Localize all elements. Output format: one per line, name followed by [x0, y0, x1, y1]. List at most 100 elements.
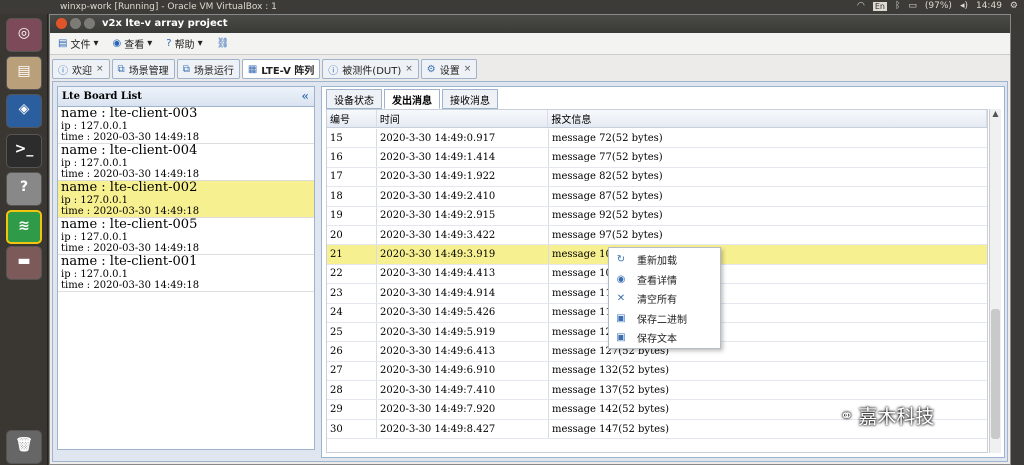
- cell-id: 22: [327, 264, 377, 284]
- ctx-save-text[interactable]: ▣ 保存文本: [609, 328, 720, 348]
- help-icon[interactable]: ?: [6, 172, 42, 206]
- scroll-up-icon[interactable]: ▲: [990, 109, 1001, 121]
- close-icon[interactable]: ×: [96, 64, 104, 74]
- menu-file-label: 文件: [70, 40, 91, 51]
- board-list-title: Lte Board List: [62, 91, 142, 102]
- ubuntu-dash-icon[interactable]: ◎: [6, 18, 42, 52]
- cell-message: message 87(52 bytes): [549, 187, 987, 205]
- terminal-icon[interactable]: >_: [6, 134, 42, 168]
- tab-lte-v-array[interactable]: ▦ LTE-V 阵列: [241, 59, 321, 79]
- close-icon[interactable]: ×: [464, 64, 472, 74]
- close-icon[interactable]: ×: [405, 64, 413, 74]
- link-icon: ⛓: [216, 38, 230, 49]
- files-icon[interactable]: ▤: [6, 56, 42, 90]
- menu-view[interactable]: ◉ 查看 ▾: [112, 36, 152, 51]
- watermark: ⚭ 嘉木科技: [840, 402, 934, 429]
- launcher: ◎ ▤ ◈ >_ ? ≋ ▬ 🗑: [0, 14, 48, 465]
- main-tab-bar: ⓘ 欢迎 × ⧉ 场景管理 ⧉ 场景运行 ▦ LTE-V 阵列 ⓘ 被测件(DU…: [52, 59, 478, 81]
- menu-view-label: 查看: [124, 40, 145, 51]
- cell-time: 2020-3-30 14:49:2.915: [377, 206, 549, 225]
- table-scrollbar[interactable]: ▲: [989, 109, 1001, 453]
- cell-message: message 132(52 bytes): [549, 362, 987, 380]
- link-button[interactable]: ⛓: [217, 38, 230, 49]
- tab-dut[interactable]: ⓘ 被测件(DUT) ×: [322, 59, 419, 79]
- clock[interactable]: 14:49: [976, 1, 1002, 11]
- battery-icon[interactable]: ▭: [908, 1, 917, 11]
- tab-received-messages[interactable]: 接收消息: [442, 89, 498, 109]
- board-item[interactable]: name : lte-client-004 ip : 127.0.0.1 tim…: [58, 144, 314, 181]
- ctx-view-details[interactable]: ◉ 查看详情: [609, 270, 720, 290]
- tab-welcome[interactable]: ⓘ 欢迎 ×: [52, 59, 110, 79]
- cell-id: 20: [327, 225, 377, 245]
- save-icon: ▣: [616, 332, 626, 344]
- board-item[interactable]: name : lte-client-001 ip : 127.0.0.1 tim…: [58, 255, 314, 292]
- chevron-down-icon: ▾: [147, 38, 153, 49]
- bluetooth-icon[interactable]: ᛒ: [895, 1, 900, 11]
- column-header-message[interactable]: 报文信息: [548, 110, 987, 127]
- app-window-icon[interactable]: ▬: [6, 246, 42, 280]
- cell-time: 2020-3-30 14:49:6.413: [377, 342, 549, 361]
- cell-time: 2020-3-30 14:49:6.910: [377, 361, 549, 381]
- column-header-time[interactable]: 时间: [377, 110, 549, 127]
- ctx-save-binary[interactable]: ▣ 保存二进制: [609, 309, 720, 329]
- tab-label: LTE-V 阵列: [261, 65, 315, 77]
- trash-icon[interactable]: 🗑: [6, 430, 42, 464]
- board-item[interactable]: name : lte-client-005 ip : 127.0.0.1 tim…: [58, 218, 314, 255]
- volume-icon[interactable]: ◂): [960, 1, 968, 11]
- maximize-window-button[interactable]: [84, 18, 95, 29]
- tab-scene-management[interactable]: ⧉ 场景管理: [111, 59, 175, 79]
- menu-help[interactable]: ? 帮助 ▾: [166, 36, 202, 51]
- vm-title: winxp-work [Running] - Oracle VM Virtual…: [60, 2, 277, 12]
- table-row[interactable]: 18 2020-3-30 14:49:2.410 message 87(52 byt…: [327, 187, 987, 207]
- cell-message: message 97(52 bytes): [549, 226, 987, 244]
- gear-icon: ⚙: [426, 63, 436, 75]
- puzzle-icon: ⧉: [117, 63, 125, 75]
- close-window-button[interactable]: [56, 18, 67, 29]
- table-row[interactable]: 27 2020-3-30 14:49:6.910 message 132(52 by…: [327, 361, 987, 382]
- ctx-reload[interactable]: ↻ 重新加载: [609, 250, 720, 270]
- board-item-selected[interactable]: name : lte-client-002 ip : 127.0.0.1 tim…: [58, 181, 314, 218]
- cell-id: 29: [327, 400, 377, 419]
- tab-settings[interactable]: ⚙ 设置 ×: [420, 59, 478, 79]
- ctx-label: 重新加载: [637, 256, 677, 268]
- cell-time: 2020-3-30 14:49:4.413: [377, 264, 549, 284]
- tab-device-status[interactable]: 设备状态: [326, 89, 382, 109]
- settings-gear-icon[interactable]: ⚙: [1010, 1, 1018, 11]
- cell-time: 2020-3-30 14:49:2.410: [377, 187, 549, 206]
- collapse-icon[interactable]: «: [302, 89, 310, 103]
- menu-file[interactable]: ▤ 文件 ▾: [58, 36, 98, 51]
- cell-id: 28: [327, 381, 377, 400]
- table-row[interactable]: 16 2020-3-30 14:49:1.414 message 77(52 byt…: [327, 148, 987, 168]
- tab-label: 场景管理: [128, 65, 169, 77]
- table-row[interactable]: 15 2020-3-30 14:49:0.917 message 72(52 byt…: [327, 129, 987, 149]
- board-list-panel: Lte Board List « name : lte-client-003 i…: [57, 86, 315, 450]
- column-header-id[interactable]: 编号: [327, 110, 377, 127]
- cell-id: 21: [327, 245, 377, 264]
- table-header: 编号 时间 报文信息: [327, 110, 987, 128]
- table-row[interactable]: 19 2020-3-30 14:49:2.915 message 92(52 byt…: [327, 206, 987, 226]
- app-green-icon[interactable]: ≋: [6, 210, 42, 244]
- file-icon: ▤: [58, 38, 68, 49]
- clear-icon: ✕: [616, 293, 626, 305]
- cell-time: 2020-3-30 14:49:7.410: [377, 381, 549, 400]
- tab-scene-run[interactable]: ⧉ 场景运行: [176, 59, 240, 79]
- minimize-window-button[interactable]: [70, 18, 81, 29]
- ctx-label: 保存文本: [637, 334, 677, 346]
- tab-sent-messages[interactable]: 发出消息: [384, 89, 440, 109]
- input-lang-indicator[interactable]: En: [872, 1, 887, 11]
- wifi-icon[interactable]: ◠: [857, 1, 865, 11]
- board-name: name : lte-client-005: [61, 217, 198, 232]
- table-row[interactable]: 17 2020-3-30 14:49:1.922 message 82(52 byt…: [327, 167, 987, 188]
- cell-message: message 72(52 bytes): [549, 129, 987, 147]
- board-list-header: Lte Board List «: [58, 87, 314, 107]
- grid-icon: ▦: [247, 63, 258, 75]
- virtualbox-icon[interactable]: ◈: [6, 94, 42, 128]
- table-row[interactable]: 20 2020-3-30 14:49:3.422 message 97(52 byt…: [327, 225, 987, 246]
- table-row[interactable]: 28 2020-3-30 14:49:7.410 message 137(52 by…: [327, 381, 987, 401]
- board-item[interactable]: name : lte-client-003 ip : 127.0.0.1 tim…: [58, 107, 314, 144]
- ctx-clear-all[interactable]: ✕ 清空所有: [609, 289, 720, 309]
- scrollbar-thumb[interactable]: [991, 309, 1000, 439]
- cell-id: 26: [327, 342, 377, 361]
- cell-id: 17: [327, 167, 377, 187]
- cell-time: 2020-3-30 14:49:1.414: [377, 148, 549, 167]
